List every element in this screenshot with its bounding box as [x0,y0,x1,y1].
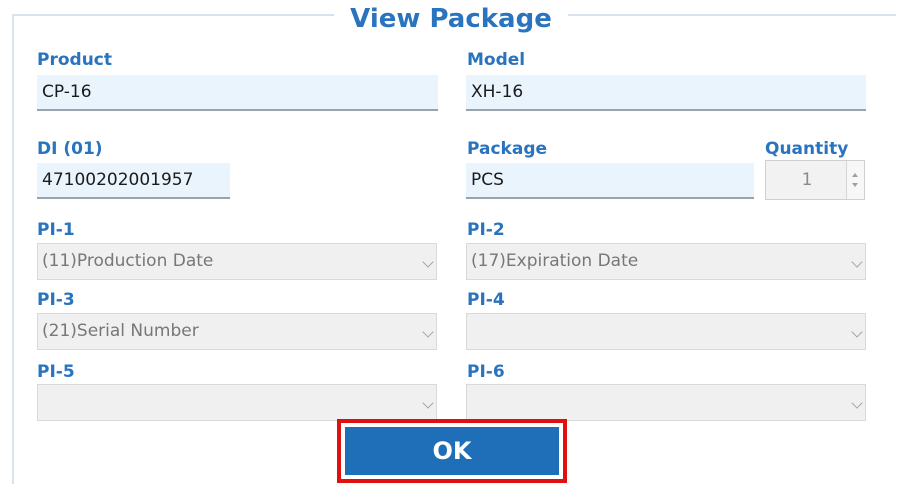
quantity-stepper[interactable]: 1 [765,160,865,200]
quantity-spin-buttons[interactable] [846,161,864,199]
product-field[interactable]: CP-16 [37,75,438,111]
pi3-label: PI-3 [37,290,75,310]
model-label: Model [467,50,526,70]
package-label: Package [467,139,548,159]
pi4-select[interactable] [466,313,866,350]
pi6-label: PI-6 [467,362,505,382]
pi5-select[interactable] [37,384,437,421]
package-field[interactable]: PCS [466,163,754,199]
chevron-down-icon [851,256,863,268]
model-field[interactable]: XH-16 [466,75,866,111]
pi1-select[interactable]: (11)Production Date [37,243,437,280]
chevron-down-icon [851,326,863,338]
pi3-select[interactable]: (21)Serial Number [37,313,437,350]
pi6-select[interactable] [466,384,866,421]
dialog-title: View Package [334,4,568,34]
pi2-value: (17)Expiration Date [471,251,639,271]
di-label: DI (01) [37,139,103,159]
spin-up-icon[interactable] [852,173,858,177]
pi2-select[interactable]: (17)Expiration Date [466,243,866,280]
chevron-down-icon [851,397,863,409]
chevron-down-icon [422,397,434,409]
di-field[interactable]: 47100202001957 [37,163,230,199]
chevron-down-icon [422,256,434,268]
ok-button[interactable]: OK [345,427,559,475]
pi1-value: (11)Production Date [42,251,214,271]
quantity-value: 1 [801,170,813,190]
pi4-label: PI-4 [467,290,505,310]
product-label: Product [37,50,112,70]
pi5-label: PI-5 [37,362,75,382]
pi1-label: PI-1 [37,220,75,240]
pi3-value: (21)Serial Number [42,321,199,341]
chevron-down-icon [422,326,434,338]
spin-down-icon[interactable] [852,183,858,187]
quantity-label: Quantity [765,139,849,159]
pi2-label: PI-2 [467,220,505,240]
